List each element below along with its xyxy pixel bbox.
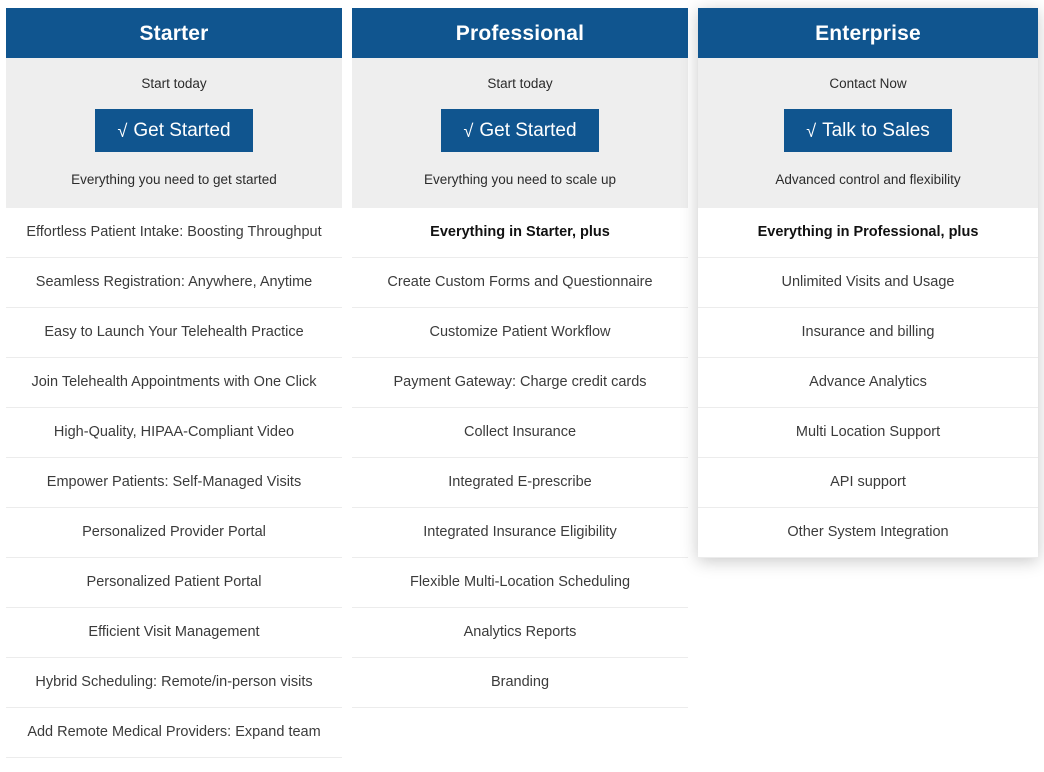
feature-row: Integrated E-prescribe [352, 458, 688, 509]
feature-list: Everything in Starter, plus Create Custom… [352, 208, 688, 709]
plan-card-professional: Professional Start today √ Get Started Every… [352, 8, 688, 709]
feature-row: API support [698, 458, 1038, 509]
plan-header: Professional [352, 8, 688, 58]
feature-row: Easy to Launch Your Telehealth Practice [6, 308, 342, 359]
plan-price-note: Start today [487, 76, 553, 91]
feature-row: Efficient Visit Management [6, 608, 342, 659]
feature-row: Empower Patients: Self-Managed Visits [6, 458, 342, 509]
feature-row: Join Telehealth Appointments with One Cl… [6, 358, 342, 409]
plan-tagline: Advanced control and flexibility [775, 172, 961, 188]
feature-row: Flexible Multi-Location Scheduling [352, 558, 688, 609]
feature-row: Effortless Patient Intake: Boosting Thro… [6, 208, 342, 259]
plan-card-enterprise: Enterprise Contact Now √ Talk to Sales Advan… [698, 8, 1038, 559]
plan-price-note: Start today [141, 76, 207, 91]
plan-header: Enterprise [698, 8, 1038, 58]
plan-price-note: Contact Now [829, 76, 907, 91]
feature-row: Payment Gateway: Charge credit cards [352, 358, 688, 409]
plan-cta-button[interactable]: √ Get Started [441, 109, 599, 153]
feature-row: Analytics Reports [352, 608, 688, 659]
feature-row: Insurance and billing [698, 308, 1038, 359]
feature-row: High-Quality, HIPAA-Compliant Video [6, 408, 342, 459]
plan-cta-button[interactable]: √ Get Started [95, 109, 253, 153]
plan-tagline: Everything you need to scale up [423, 172, 617, 188]
plan-cta-button[interactable]: √ Talk to Sales [784, 109, 952, 153]
plan-header: Starter [6, 8, 342, 58]
feature-row: Multi Location Support [698, 408, 1038, 459]
plan-cta-label: Get Started [479, 120, 577, 142]
radical-icon: √ [463, 120, 474, 141]
feature-row: Create Custom Forms and Questionnaire [352, 258, 688, 309]
pricing-table: Starter Start today √ Get Started Everything… [0, 0, 1044, 772]
feature-row: Branding [352, 658, 688, 709]
radical-icon: √ [806, 120, 817, 141]
feature-row: Add Remote Medical Providers: Expand tea… [6, 708, 342, 759]
feature-list: Effortless Patient Intake: Boosting Thro… [6, 208, 342, 759]
feature-list: Everything in Professional, plus Unlimite… [698, 208, 1038, 559]
radical-icon: √ [117, 120, 128, 141]
feature-row: Hybrid Scheduling: Remote/in-person visi… [6, 658, 342, 709]
feature-row: Unlimited Visits and Usage [698, 258, 1038, 309]
feature-row: Everything in Starter, plus [352, 208, 688, 259]
plan-cta-label: Get Started [133, 120, 231, 142]
feature-row: Everything in Professional, plus [698, 208, 1038, 259]
plan-cta-label: Talk to Sales [822, 120, 930, 142]
feature-row: Other System Integration [698, 508, 1038, 559]
plan-name: Professional [455, 21, 585, 45]
plan-name: Enterprise [815, 21, 921, 45]
plan-tagline: Everything you need to get started [71, 172, 277, 188]
feature-row: Integrated Insurance Eligibility [352, 508, 688, 559]
feature-row: Seamless Registration: Anywhere, Anytime [6, 258, 342, 309]
plan-intro: Start today √ Get Started Everything you ne… [6, 58, 342, 209]
plan-intro: Contact Now √ Talk to Sales Advanced contro… [698, 58, 1038, 209]
plan-name: Starter [139, 21, 209, 45]
feature-row: Personalized Provider Portal [6, 508, 342, 559]
plan-card-starter: Starter Start today √ Get Started Everything… [6, 8, 342, 759]
feature-row: Collect Insurance [352, 408, 688, 459]
feature-row: Advance Analytics [698, 358, 1038, 409]
feature-row: Customize Patient Workflow [352, 308, 688, 359]
feature-row: Personalized Patient Portal [6, 558, 342, 609]
plan-intro: Start today √ Get Started Everything you ne… [352, 58, 688, 209]
